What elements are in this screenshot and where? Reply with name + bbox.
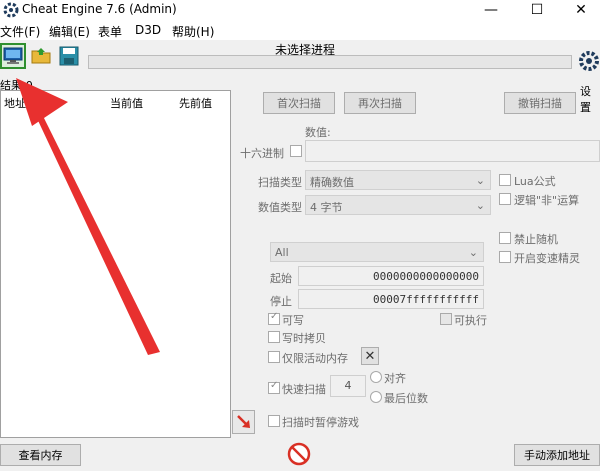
annotation-arrow (16, 78, 160, 355)
